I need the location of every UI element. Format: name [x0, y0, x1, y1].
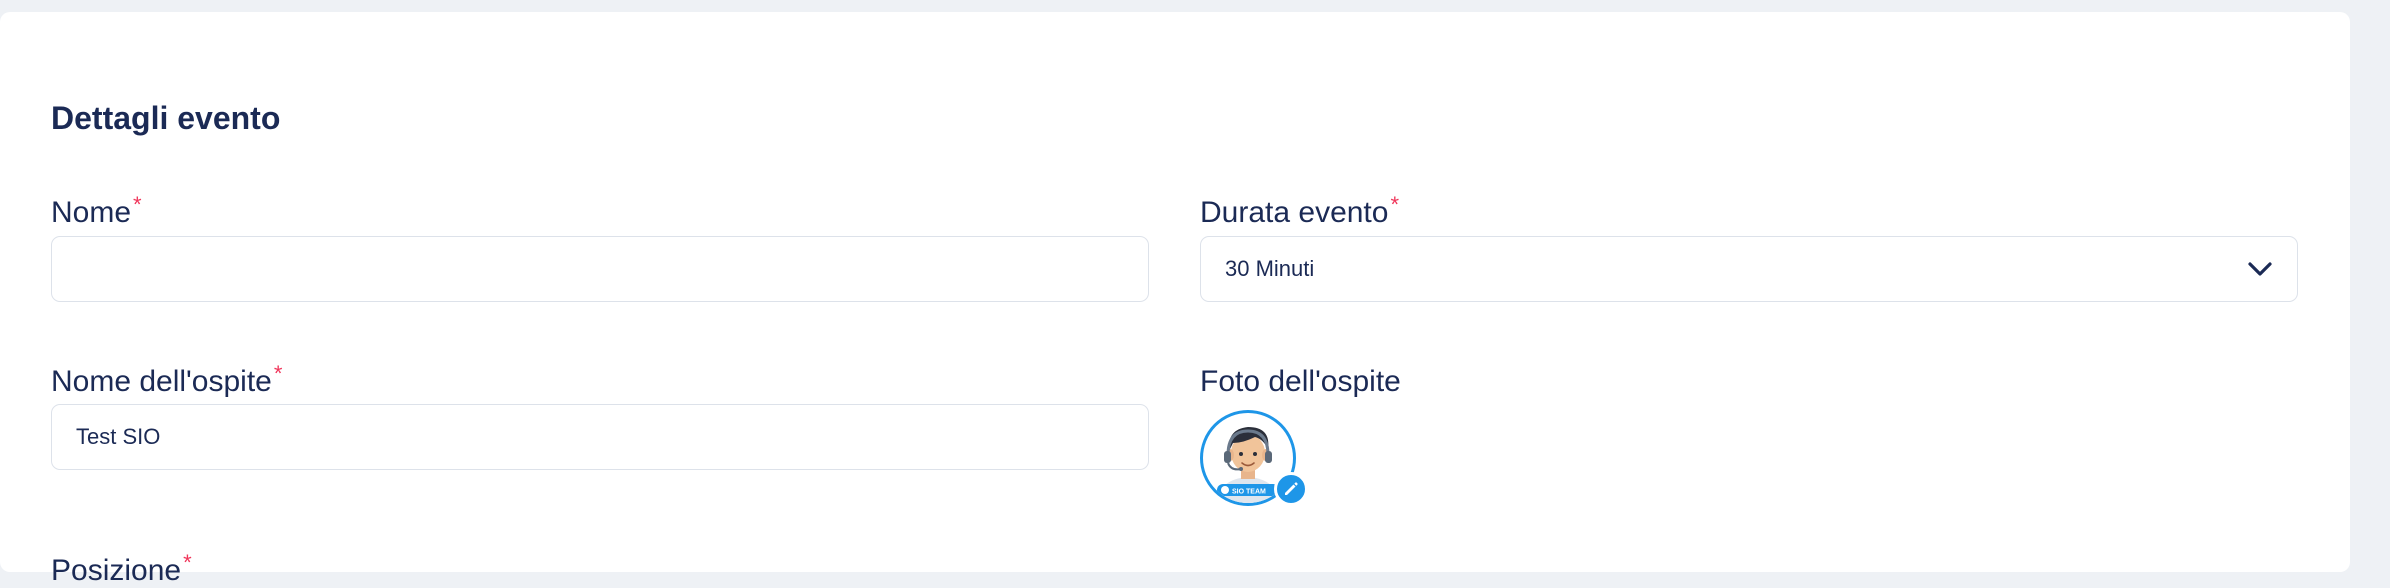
position-label-text: Posizione [51, 554, 182, 587]
duration-selected-value: 30 Minuti [1225, 256, 1315, 281]
chevron-down-icon [2248, 262, 2272, 276]
host-photo-label: Foto dell'ospite [1200, 365, 1401, 398]
required-mark: * [1390, 192, 1400, 217]
host-name-label-text: Nome dell'ospite [51, 365, 272, 398]
section-title: Dettagli evento [51, 100, 281, 136]
avatar-badge-text: SIO TEAM [1232, 489, 1266, 496]
position-label: Posizione* [51, 550, 192, 588]
required-mark: * [133, 192, 142, 217]
duration-label-text: Durata evento [1200, 196, 1389, 229]
name-input[interactable] [51, 236, 1149, 302]
host-name-label: Nome dell'ospite* [51, 361, 282, 399]
edit-photo-button[interactable] [1274, 472, 1308, 506]
required-mark: * [183, 550, 192, 575]
pencil-icon [1285, 482, 1298, 495]
required-mark: * [273, 361, 283, 386]
duration-select[interactable]: 30 Minuti [1200, 236, 2298, 302]
host-photo: SIO TEAM [1200, 410, 1310, 510]
host-name-input[interactable] [51, 404, 1149, 470]
name-label-text: Nome [51, 196, 132, 229]
name-label: Nome* [51, 192, 142, 230]
duration-label: Durata evento* [1200, 192, 1399, 230]
event-details-card: Dettagli evento Nome* Durata evento* 30 … [0, 12, 2350, 587]
